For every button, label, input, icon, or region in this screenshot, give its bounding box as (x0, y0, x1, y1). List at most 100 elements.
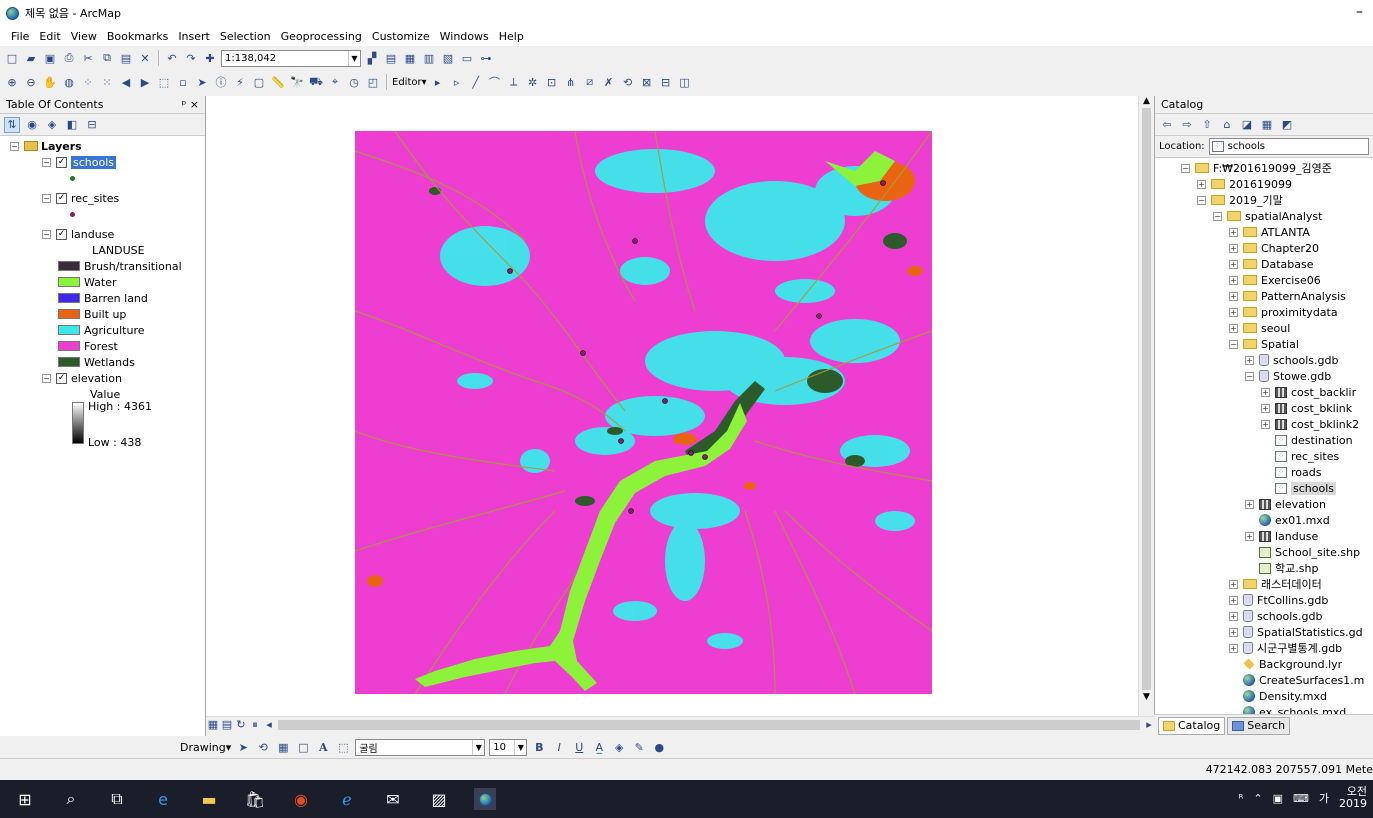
internet-explorer-icon[interactable]: ℯ (336, 788, 358, 810)
scroll-down-icon[interactable]: ▼ (1139, 692, 1154, 702)
chrome-browser-icon[interactable]: ◉ (290, 788, 312, 810)
layout-view-icon[interactable]: ▤ (222, 717, 232, 733)
expand-icon[interactable]: + (1229, 611, 1238, 621)
line-color-icon[interactable]: ✎ (631, 739, 647, 755)
scroll-up-icon[interactable]: ▲ (1139, 96, 1154, 106)
layer-rec-sites-label[interactable]: rec_sites (71, 192, 119, 205)
catalog-item[interactable]: + landuse (1155, 528, 1373, 544)
expand-icon[interactable]: + (1261, 403, 1270, 413)
landuse-visibility-checkbox[interactable]: ✓ (56, 228, 67, 240)
catalog-item[interactable]: Density.mxd (1155, 688, 1373, 704)
catalog-item[interactable]: + seoul (1155, 320, 1373, 336)
expand-icon[interactable]: + (1197, 179, 1206, 189)
input-language[interactable]: 가 (1319, 790, 1329, 806)
find-route-icon[interactable]: ⛟ (308, 74, 324, 90)
catalog-item[interactable]: + Chapter20 (1155, 240, 1373, 256)
cut-polygons-icon[interactable]: ⧄ (582, 74, 598, 90)
layer-schools[interactable]: − ✓ schools (0, 154, 205, 170)
tab-search[interactable]: Search (1227, 716, 1291, 735)
copy-icon[interactable]: ⧉ (99, 50, 115, 66)
expand-icon[interactable]: + (1229, 643, 1238, 653)
point-icon[interactable]: ✲ (525, 74, 541, 90)
map-horizontal-scrollbar[interactable]: ▦ ▤ ↻ ⏸ ◂ ▸ (206, 716, 1154, 732)
catalog-item[interactable]: + elevation (1155, 496, 1373, 512)
search-window-icon[interactable]: ▥ (421, 50, 437, 66)
catalog-item[interactable]: − spatialAnalyst (1155, 208, 1373, 224)
network-icon[interactable]: ▣ (1273, 792, 1283, 805)
layer-landuse-label[interactable]: landuse (71, 228, 114, 241)
pan-icon[interactable]: ✋ (42, 74, 58, 90)
create-features-icon[interactable]: ◫ (677, 74, 693, 90)
up-one-level-icon[interactable]: ⇧ (1199, 117, 1215, 133)
catalog-item[interactable]: ⁘ schools (1155, 480, 1373, 496)
forward-arrow-icon[interactable]: ⇨ (1179, 117, 1195, 133)
options-icon[interactable]: ⊟ (84, 117, 100, 133)
menu-selection[interactable]: Selection (215, 30, 276, 43)
landuse-raster-map[interactable] (355, 131, 932, 694)
catalog-item[interactable]: +201619099 (1155, 176, 1373, 192)
task-view-icon[interactable]: ⧉ (106, 788, 128, 810)
keyboard-icon[interactable]: ⌨ (1293, 792, 1309, 805)
list-by-selection-icon[interactable]: ◧ (64, 117, 80, 133)
save-icon[interactable]: ▣ (42, 50, 58, 66)
catalog-item[interactable]: − Spatial (1155, 336, 1373, 352)
menu-edit[interactable]: Edit (34, 30, 65, 43)
underline-icon[interactable]: U (571, 739, 587, 755)
html-popup-icon[interactable]: ▢ (251, 74, 267, 90)
catalog-item[interactable]: + proximitydata (1155, 304, 1373, 320)
arctoolbox-icon[interactable]: ▧ (440, 50, 456, 66)
map-scale-combo[interactable]: 1:138,042 ▼ (221, 49, 361, 67)
menu-help[interactable]: Help (494, 30, 529, 43)
table-of-contents-icon[interactable]: ▤ (383, 50, 399, 66)
new-text-icon[interactable]: A (315, 739, 331, 755)
menu-view[interactable]: View (66, 30, 102, 43)
layers-root[interactable]: − Layers (0, 138, 205, 154)
expand-icon[interactable]: + (1229, 323, 1238, 333)
expand-icon[interactable]: + (1245, 355, 1254, 365)
edit-annotation-icon[interactable]: ▹ (449, 74, 465, 90)
drawing-menu[interactable]: Drawing▾ (180, 741, 231, 754)
catalog-item[interactable]: ⁘ rec_sites (1155, 448, 1373, 464)
mail-icon[interactable]: ✉ (382, 788, 404, 810)
italic-icon[interactable]: I (551, 739, 567, 755)
catalog-item[interactable]: + 시군구별통계.gdb (1155, 640, 1373, 656)
expand-icon[interactable]: + (1229, 243, 1238, 253)
catalog-item[interactable]: Background.lyr (1155, 656, 1373, 672)
expand-icon[interactable]: + (1229, 291, 1238, 301)
catalog-item[interactable]: + cost_backlir (1155, 384, 1373, 400)
file-explorer-icon[interactable]: ▬ (198, 788, 220, 810)
edit-tool-icon[interactable]: ▸ (430, 74, 446, 90)
fixed-zoom-out-icon[interactable]: ⁙ (99, 74, 115, 90)
horizontal-scroll-thumb[interactable] (278, 719, 1140, 730)
catalog-item[interactable]: + schools.gdb (1155, 608, 1373, 624)
catalog-window-icon[interactable]: ▦ (402, 50, 418, 66)
scroll-thumb[interactable] (1142, 108, 1151, 690)
list-by-visibility-icon[interactable]: ◈ (44, 117, 60, 133)
font-combo[interactable]: 굴림 ▼ (355, 738, 486, 756)
layer-landuse[interactable]: − ✓ landuse (0, 226, 205, 242)
catalog-item[interactable]: + cost_bklink2 (1155, 416, 1373, 432)
undo-icon[interactable]: ↶ (164, 50, 180, 66)
schools-visibility-checkbox[interactable]: ✓ (56, 156, 67, 168)
chevron-up-icon[interactable]: ⌃ (1253, 792, 1262, 805)
map-vertical-scrollbar[interactable]: ▲ ▼ (1138, 96, 1154, 716)
catalog-item[interactable]: ex01.mxd (1155, 512, 1373, 528)
catalog-item[interactable]: + 래스터데이터 (1155, 576, 1373, 592)
select-features-icon[interactable]: ⬚ (156, 74, 172, 90)
collapse-icon[interactable]: − (42, 193, 51, 203)
model-builder-icon[interactable]: ⊶ (478, 50, 494, 66)
catalog-item[interactable]: 학교.shp (1155, 560, 1373, 576)
expand-icon[interactable]: + (1229, 307, 1238, 317)
collapse-icon[interactable]: − (42, 157, 51, 167)
rectangle-icon[interactable]: □ (295, 739, 311, 755)
edit-vertices-icon[interactable]: ⊡ (544, 74, 560, 90)
collapse-icon[interactable]: − (1197, 195, 1206, 205)
time-slider-icon[interactable]: ◷ (346, 74, 362, 90)
python-icon[interactable]: ▭ (459, 50, 475, 66)
list-by-drawing-order-icon[interactable]: ⇅ (4, 116, 20, 133)
catalog-item[interactable]: + FtCollins.gdb (1155, 592, 1373, 608)
catalog-item[interactable]: + Database (1155, 256, 1373, 272)
rec-sites-visibility-checkbox[interactable]: ✓ (56, 192, 67, 204)
rotate-icon[interactable]: ⟲ (620, 74, 636, 90)
tab-catalog[interactable]: Catalog (1158, 716, 1226, 735)
